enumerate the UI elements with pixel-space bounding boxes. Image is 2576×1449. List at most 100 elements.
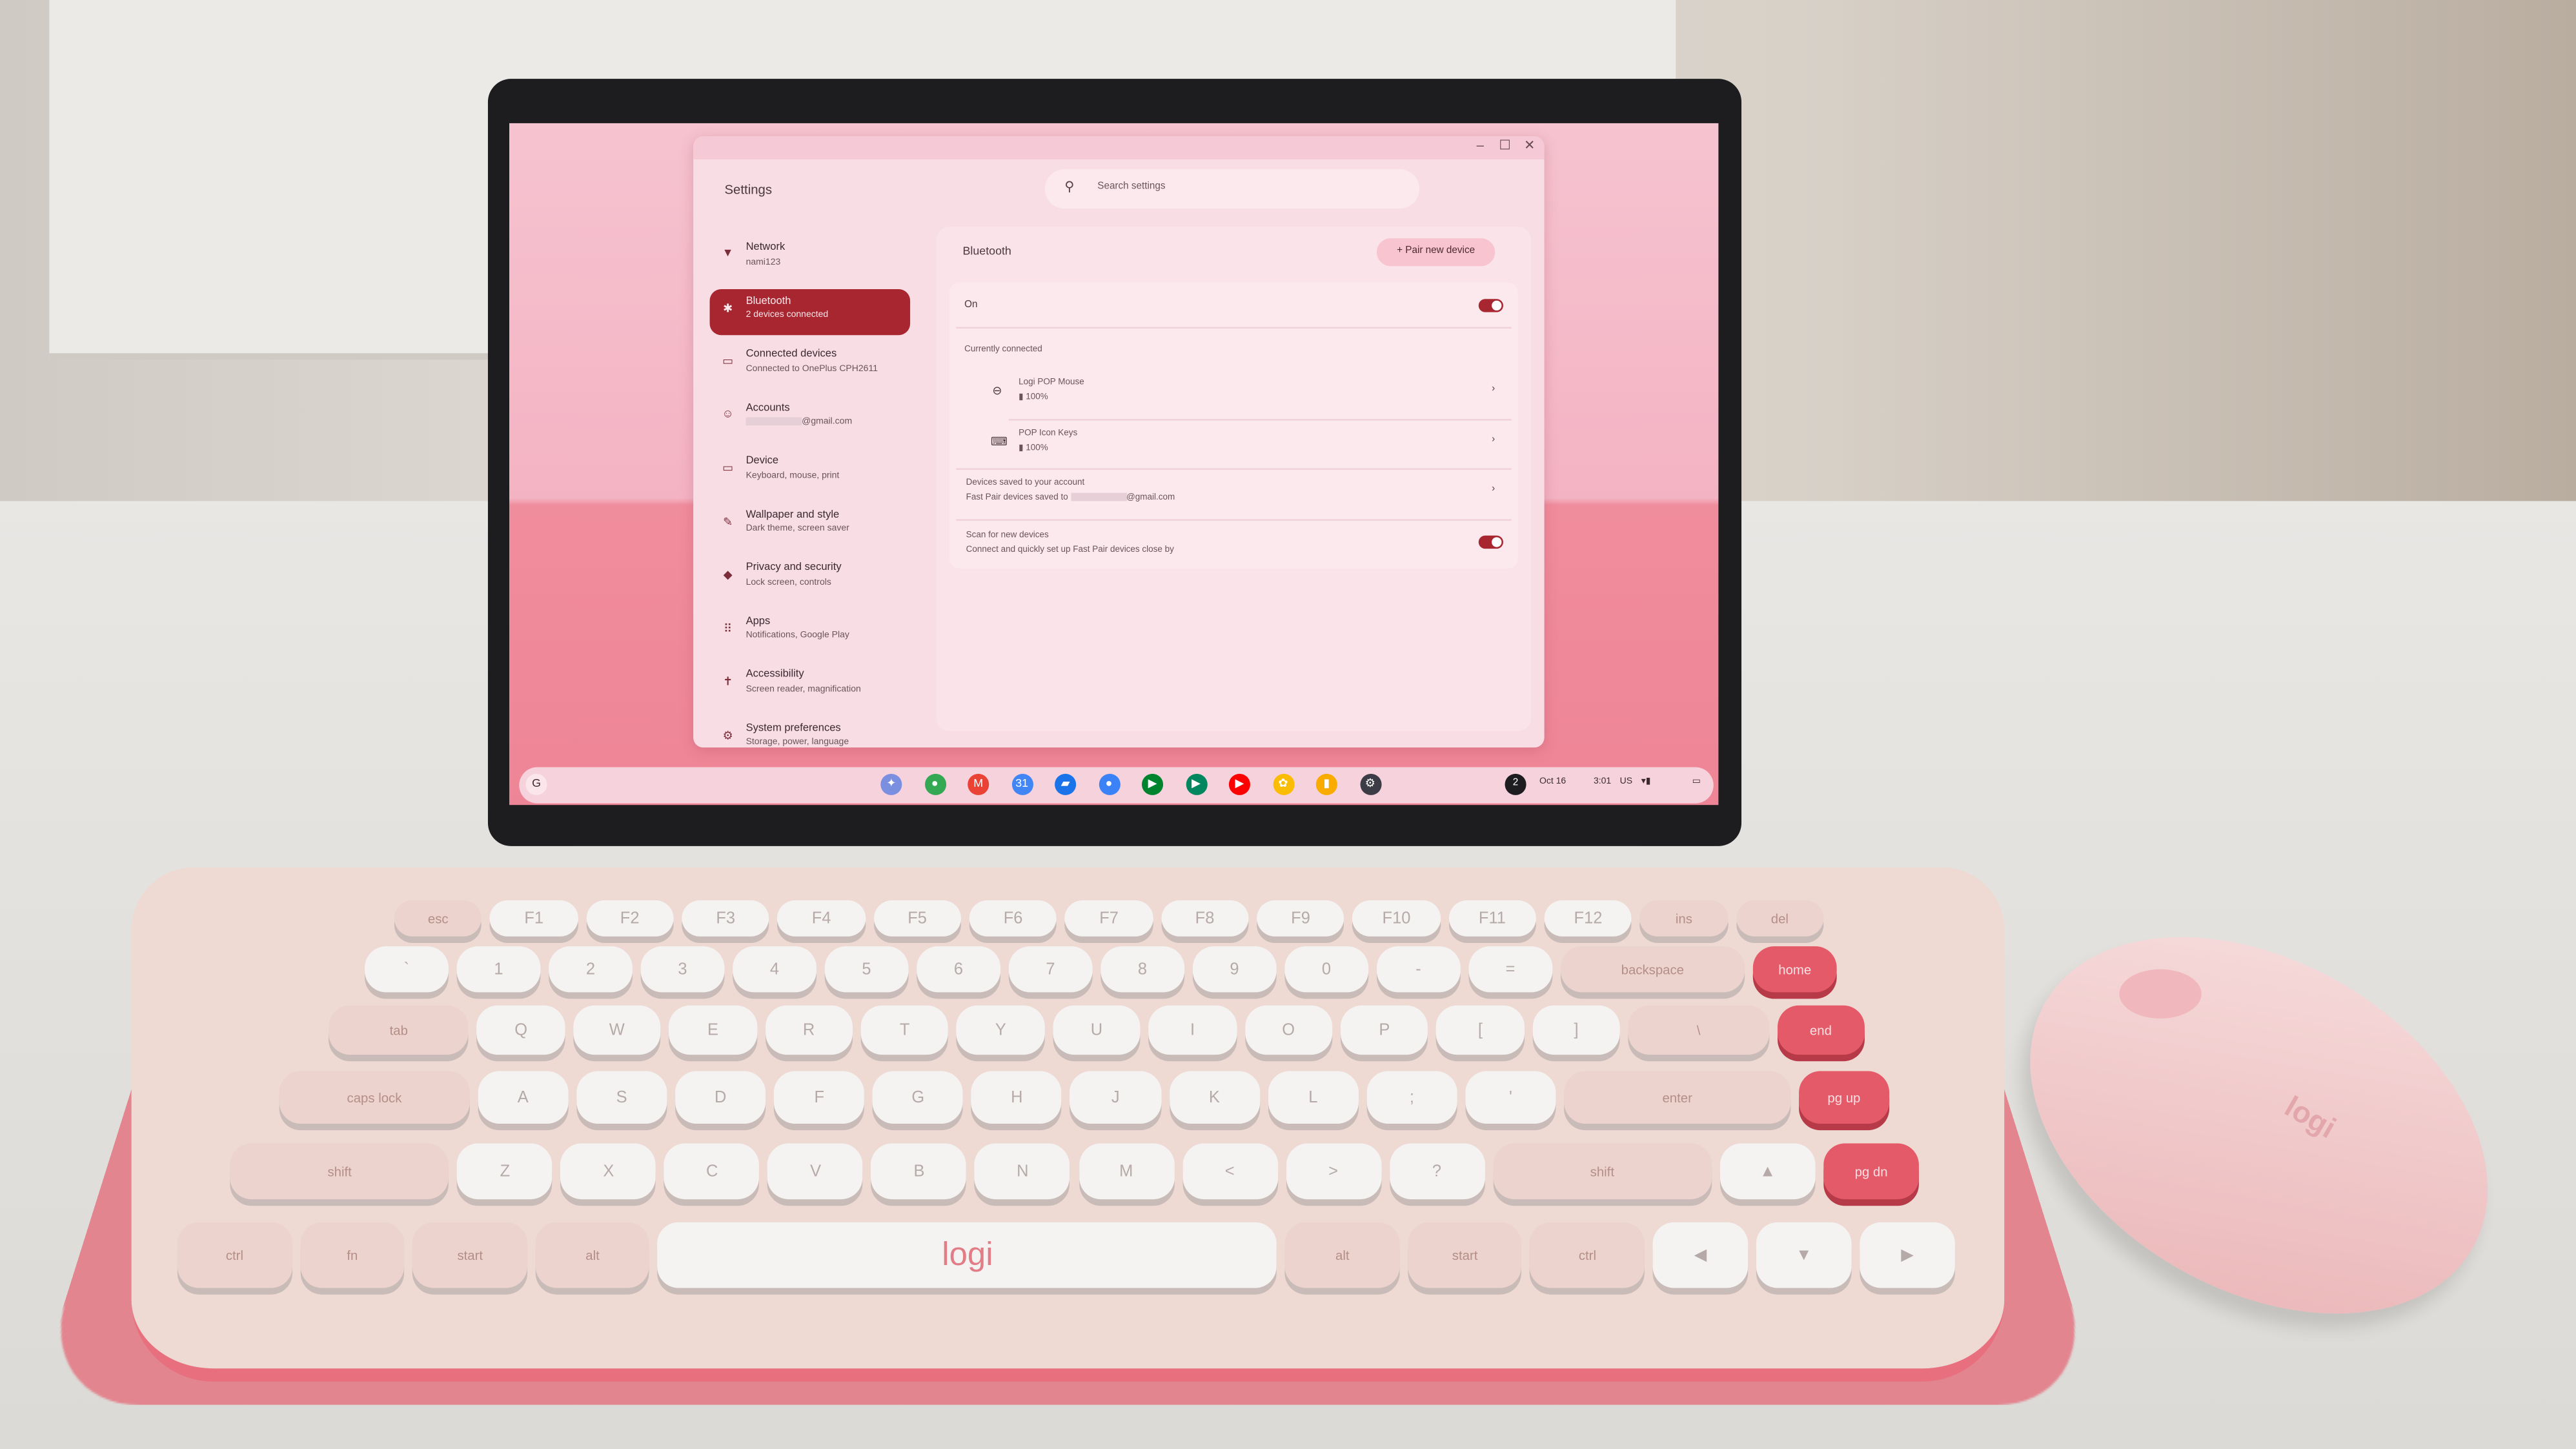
key-p[interactable]: P	[1340, 1005, 1428, 1055]
ime-indicator[interactable]: US	[1620, 777, 1632, 787]
key--[interactable]: ▼	[1756, 1222, 1852, 1288]
key-v[interactable]: V	[767, 1143, 864, 1200]
calendar-app-icon[interactable]: 31	[1011, 773, 1033, 795]
key-d[interactable]: D	[675, 1071, 766, 1124]
key-end[interactable]: end	[1776, 1005, 1865, 1055]
key-f5[interactable]: F5	[873, 900, 961, 937]
key--[interactable]: ◀	[1652, 1222, 1749, 1288]
key-4[interactable]: 4	[733, 946, 816, 993]
key-ins[interactable]: ins	[1640, 900, 1728, 937]
key--[interactable]: [	[1436, 1005, 1525, 1055]
scan-toggle[interactable]	[1478, 535, 1503, 549]
files-app-icon[interactable]: ▰	[1055, 773, 1077, 795]
key-f8[interactable]: F8	[1161, 900, 1249, 937]
key-b[interactable]: B	[871, 1143, 967, 1200]
time[interactable]: 3:01	[1594, 777, 1611, 787]
key-f6[interactable]: F6	[969, 900, 1057, 937]
settings-app-icon[interactable]: ⚙	[1359, 773, 1381, 795]
key-e[interactable]: E	[669, 1005, 757, 1055]
key--[interactable]: ▶	[1860, 1222, 1955, 1288]
key--[interactable]: `	[365, 946, 449, 993]
youtube-app-icon[interactable]: ▶	[1228, 773, 1250, 795]
key-k[interactable]: K	[1169, 1071, 1260, 1124]
key-f11[interactable]: F11	[1448, 900, 1536, 937]
sidebar-item-wallpaper-and-style[interactable]: ✎ Wallpaper and style Dark theme, screen…	[710, 502, 911, 548]
maximize-button[interactable]: ☐	[1495, 138, 1515, 153]
chrome-app-icon[interactable]: ●	[924, 773, 946, 795]
gemini-app-icon[interactable]: ✦	[880, 773, 902, 795]
key-u[interactable]: U	[1053, 1005, 1141, 1055]
key-backspace[interactable]: backspace	[1560, 946, 1745, 993]
key-a[interactable]: A	[478, 1071, 569, 1124]
key-2[interactable]: 2	[549, 946, 633, 993]
key-f7[interactable]: F7	[1065, 900, 1153, 937]
meet-app-icon[interactable]: ▶	[1141, 773, 1164, 795]
key-ctrl[interactable]: ctrl	[177, 1222, 292, 1288]
key-start[interactable]: start	[1408, 1222, 1523, 1288]
key-fn[interactable]: fn	[299, 1222, 405, 1288]
key-f9[interactable]: F9	[1257, 900, 1344, 937]
key-tab[interactable]: tab	[329, 1005, 469, 1055]
launcher-button[interactable]: G	[525, 773, 547, 795]
key-o[interactable]: O	[1244, 1005, 1333, 1055]
device-row-keyboard[interactable]: ⌨ POP Icon Keys ▮ 100% ›	[949, 422, 1518, 468]
key-f2[interactable]: F2	[585, 900, 674, 937]
key--[interactable]: ▲	[1719, 1143, 1816, 1200]
key-i[interactable]: I	[1148, 1005, 1237, 1055]
key-7[interactable]: 7	[1008, 946, 1093, 993]
device-row-mouse[interactable]: ⊖ Logi POP Mouse ▮ 100% ›	[949, 371, 1518, 417]
key--[interactable]: =	[1468, 946, 1552, 993]
sidebar-item-network[interactable]: ▼ Network nami123	[710, 235, 911, 281]
key-f12[interactable]: F12	[1544, 900, 1632, 937]
key-f4[interactable]: F4	[777, 900, 866, 937]
key-x[interactable]: X	[561, 1143, 656, 1200]
messages-app-icon[interactable]: ●	[1098, 773, 1120, 795]
overview-icon[interactable]: ▭	[1692, 777, 1701, 787]
key-c[interactable]: C	[664, 1143, 760, 1200]
sidebar-item-system-preferences[interactable]: ⚙ System preferences Storage, power, lan…	[710, 715, 911, 747]
key-f1[interactable]: F1	[490, 900, 578, 937]
key--[interactable]: <	[1182, 1143, 1277, 1200]
key-f10[interactable]: F10	[1352, 900, 1441, 937]
key-l[interactable]: L	[1268, 1071, 1359, 1124]
gmail-app-icon[interactable]: M	[968, 773, 989, 795]
key-1[interactable]: 1	[456, 946, 541, 993]
key-home[interactable]: home	[1752, 946, 1837, 993]
key-z[interactable]: Z	[457, 1143, 553, 1200]
key-s[interactable]: S	[576, 1071, 667, 1124]
key-0[interactable]: 0	[1284, 946, 1368, 993]
date[interactable]: Oct 16	[1539, 777, 1566, 787]
key-alt[interactable]: alt	[1285, 1222, 1400, 1288]
key--[interactable]: -	[1376, 946, 1461, 993]
key--[interactable]: '	[1465, 1071, 1556, 1124]
key-alt[interactable]: alt	[535, 1222, 650, 1288]
sidebar-item-accessibility[interactable]: ✝ Accessibility Screen reader, magnifica…	[710, 662, 911, 708]
keep-app-icon[interactable]: ▮	[1315, 773, 1337, 795]
sidebar-item-accounts[interactable]: ☺ Accounts @gmail.com	[710, 395, 911, 441]
sidebar-item-privacy-and-security[interactable]: ◆ Privacy and security Lock screen, cont…	[710, 555, 911, 601]
key-q[interactable]: Q	[477, 1005, 565, 1055]
key-g[interactable]: G	[873, 1071, 964, 1124]
photos-app-icon[interactable]: ✿	[1272, 773, 1294, 795]
key--[interactable]: \	[1628, 1005, 1769, 1055]
minimize-button[interactable]: –	[1470, 138, 1490, 153]
notification-badge[interactable]: 2	[1505, 773, 1526, 795]
key-shift[interactable]: shift	[230, 1143, 449, 1200]
key-8[interactable]: 8	[1100, 946, 1184, 993]
key-t[interactable]: T	[860, 1005, 949, 1055]
key-caps-lock[interactable]: caps lock	[279, 1071, 470, 1124]
key--[interactable]: ?	[1389, 1143, 1485, 1200]
bluetooth-on-row[interactable]: On	[949, 283, 1518, 327]
wifi-battery-icon[interactable]: ▾▮	[1641, 777, 1651, 787]
key-5[interactable]: 5	[824, 946, 909, 993]
key-h[interactable]: H	[971, 1071, 1062, 1124]
key-ctrl[interactable]: ctrl	[1530, 1222, 1645, 1288]
key-f[interactable]: F	[774, 1071, 865, 1124]
play-store-app-icon[interactable]: ▶	[1185, 773, 1207, 795]
key-f3[interactable]: F3	[682, 900, 770, 937]
sidebar-item-device[interactable]: ▭ Device Keyboard, mouse, print	[710, 449, 911, 494]
key-pg-up[interactable]: pg up	[1798, 1071, 1890, 1124]
key-space[interactable]: logi	[658, 1222, 1277, 1288]
sidebar-item-apps[interactable]: ⠿ Apps Notifications, Google Play	[710, 609, 911, 654]
key--[interactable]: ;	[1366, 1071, 1457, 1124]
